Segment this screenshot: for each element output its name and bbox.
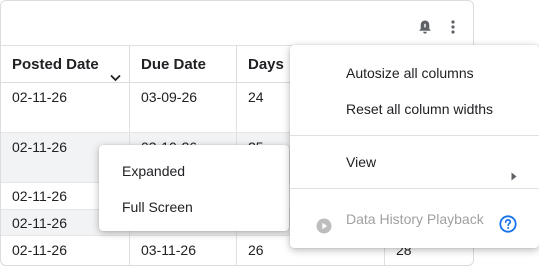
menu-divider [290,135,539,136]
play-circle-icon [316,211,332,247]
alert-bell-icon[interactable] [415,17,435,37]
cell-posted-date: 02-11-26 [1,236,130,265]
cell-due-date: 03-11-26 [130,236,237,265]
menu-item-label: View [346,154,377,170]
menu-item-reset-column-widths[interactable]: Reset all column widths [290,91,539,127]
menu-item-data-history-playback: Data History Playback [290,201,539,237]
menu-divider [290,188,539,189]
column-header-label: Due Date [141,56,207,73]
cell-posted-date: 02-11-26 [1,83,130,132]
menu-item-label: Data History Playback [346,211,484,227]
view-option-full-screen[interactable]: Full Screen [99,189,289,225]
cell-due-date: 03-09-26 [130,83,237,132]
menu-item-label: Reset all column widths [346,101,494,117]
more-vert-icon[interactable] [443,17,463,37]
chevron-down-icon[interactable] [110,59,121,83]
view-submenu: Expanded Full Screen [99,145,289,231]
column-header-days[interactable]: Days [237,46,297,83]
column-header-posted-date[interactable]: Posted Date [1,46,130,83]
view-option-expanded[interactable]: Expanded [99,153,289,189]
menu-item-view[interactable]: View [290,144,539,181]
column-header-label: Posted Date [12,56,99,73]
help-circle-icon[interactable] [499,210,517,246]
column-options-menu: Autosize all columns Reset all column wi… [290,45,539,248]
column-header-due-date[interactable]: Due Date [130,46,237,83]
column-header-label: Days [248,56,284,73]
menu-item-label: Autosize all columns [346,65,474,81]
menu-item-autosize-columns[interactable]: Autosize all columns [290,55,539,91]
